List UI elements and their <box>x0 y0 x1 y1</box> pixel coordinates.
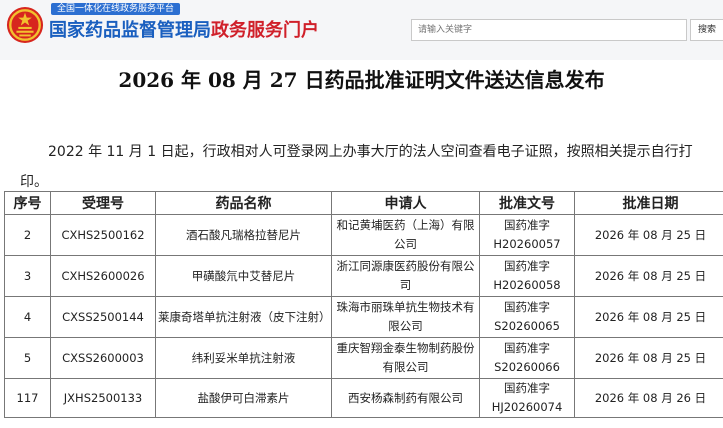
approval-prefix: 国药准字 <box>504 259 550 273</box>
national-emblem-icon <box>6 6 44 44</box>
cell-drug-name: 盐酸伊可白滞素片 <box>155 378 332 418</box>
header-approval-no: 批准文号 <box>479 191 575 215</box>
cell-drug-name: 甲磺酸氘中艾替尼片 <box>155 255 332 297</box>
cell-approval-no: 国药准字 HJ20260074 <box>479 378 575 418</box>
table-row: 2 CXHS2500162 酒石酸凡瑞格拉替尼片 和记黄埔医药（上海）有限公司 … <box>4 214 723 256</box>
cell-acceptance-no: CXSS2500144 <box>50 296 156 338</box>
cell-drug-name: 莱康奇塔单抗注射液（皮下注射） <box>155 296 332 338</box>
cell-no: 4 <box>4 296 51 338</box>
search-button[interactable]: 搜索 <box>690 19 723 41</box>
approval-code: H20260058 <box>493 278 561 292</box>
page-title: 2026 年 08 月 27 日药品批准证明文件送达信息发布 <box>118 68 605 92</box>
search-input[interactable] <box>411 19 687 41</box>
cell-approval-date: 2026 年 08 月 25 日 <box>574 337 723 379</box>
cell-applicant: 西安杨森制药有限公司 <box>331 378 480 418</box>
approval-prefix: 国药准字 <box>504 381 550 395</box>
table-row: 117 JXHS2500133 盐酸伊可白滞素片 西安杨森制药有限公司 国药准字… <box>4 378 723 418</box>
approval-table: 序号 受理号 药品名称 申请人 批准文号 批准日期 2 CXHS2500162 … <box>4 191 723 418</box>
cell-acceptance-no: CXSS2600003 <box>50 337 156 379</box>
notice-text: 2022 年 11 月 1 日起，行政相对人可登录网上办事大厅的法人空间查看电子… <box>20 144 693 190</box>
cell-approval-no: 国药准字 S20260065 <box>479 296 575 338</box>
cell-drug-name: 酒石酸凡瑞格拉替尼片 <box>155 214 332 256</box>
cell-approval-date: 2026 年 08 月 25 日 <box>574 255 723 297</box>
approval-code: HJ20260074 <box>491 400 563 414</box>
cell-approval-no: 国药准字 H20260058 <box>479 255 575 297</box>
cell-approval-no: 国药准字 H20260057 <box>479 214 575 256</box>
header-acceptance-no: 受理号 <box>50 191 156 215</box>
cell-approval-date: 2026 年 08 月 26 日 <box>574 378 723 418</box>
header-applicant: 申请人 <box>331 191 480 215</box>
table-row: 5 CXSS2600003 纬利妥米单抗注射液 重庆智翔金泰生物制药股份有限公司… <box>4 337 723 379</box>
cell-no: 3 <box>4 255 51 297</box>
cell-acceptance-no: JXHS2500133 <box>50 378 156 418</box>
header-approval-date: 批准日期 <box>574 191 723 215</box>
table-row: 4 CXSS2500144 莱康奇塔单抗注射液（皮下注射） 珠海市丽珠单抗生物技… <box>4 296 723 338</box>
table-header-row: 序号 受理号 药品名称 申请人 批准文号 批准日期 <box>4 191 723 215</box>
approval-code: H20260057 <box>493 237 561 251</box>
cell-applicant: 重庆智翔金泰生物制药股份有限公司 <box>331 337 480 379</box>
cell-acceptance-no: CXHS2500162 <box>50 214 156 256</box>
cell-no: 2 <box>4 214 51 256</box>
approval-prefix: 国药准字 <box>504 218 550 232</box>
cell-applicant: 浙江同源康医药股份有限公司 <box>331 255 480 297</box>
portal-name[interactable]: 国家药品监督管理局政务服务门户 <box>49 18 319 44</box>
cell-applicant: 珠海市丽珠单抗生物技术有限公司 <box>331 296 480 338</box>
cell-applicant: 和记黄埔医药（上海）有限公司 <box>331 214 480 256</box>
cell-no: 117 <box>4 378 51 418</box>
platform-tag[interactable]: 全国一体化在线政务服务平台 <box>51 3 181 15</box>
approval-code: S20260065 <box>494 319 560 333</box>
approval-code: S20260066 <box>494 360 560 374</box>
cell-approval-no: 国药准字 S20260066 <box>479 337 575 379</box>
approval-prefix: 国药准字 <box>504 300 550 314</box>
header-no: 序号 <box>4 191 51 215</box>
cell-approval-date: 2026 年 08 月 25 日 <box>574 214 723 256</box>
header-drug-name: 药品名称 <box>155 191 332 215</box>
cell-drug-name: 纬利妥米单抗注射液 <box>155 337 332 379</box>
cell-acceptance-no: CXHS2600026 <box>50 255 156 297</box>
portal-name-main: 国家药品监督管理局 <box>49 20 211 41</box>
cell-approval-date: 2026 年 08 月 25 日 <box>574 296 723 338</box>
table-row: 3 CXHS2600026 甲磺酸氘中艾替尼片 浙江同源康医药股份有限公司 国药… <box>4 255 723 297</box>
portal-name-sub: 政务服务门户 <box>211 20 319 41</box>
cell-no: 5 <box>4 337 51 379</box>
approval-prefix: 国药准字 <box>504 341 550 355</box>
site-header: 全国一体化在线政务服务平台 国家药品监督管理局政务服务门户 搜索 <box>0 0 723 60</box>
